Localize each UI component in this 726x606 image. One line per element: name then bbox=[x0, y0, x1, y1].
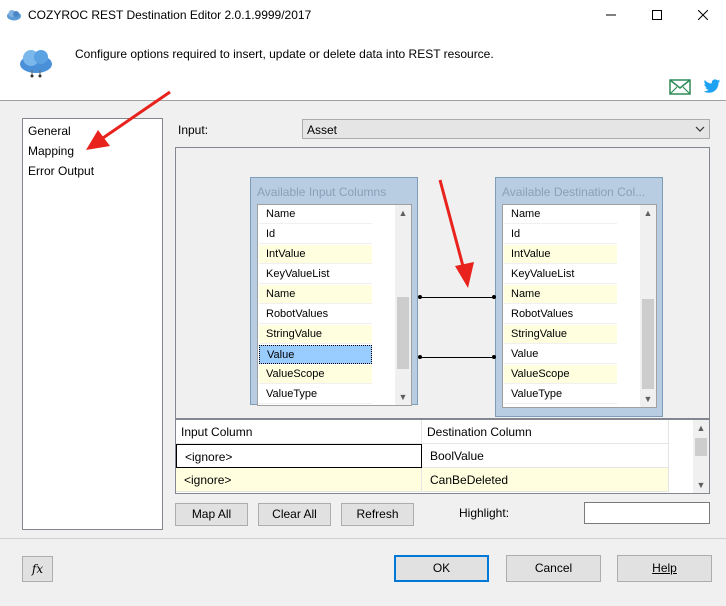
destination-column-row[interactable]: ValueScope bbox=[504, 365, 617, 384]
destination-list-header: Name bbox=[504, 205, 617, 224]
mapping-canvas[interactable]: Available Input Columns Name Id IntValue… bbox=[175, 147, 710, 419]
scroll-down-icon[interactable]: ▼ bbox=[693, 477, 709, 493]
destination-column-row[interactable]: KeyValueList bbox=[504, 265, 617, 284]
highlight-label: Highlight: bbox=[459, 506, 510, 520]
title-bar: COZYROC REST Destination Editor 2.0.1.99… bbox=[0, 0, 726, 30]
mapping-line-end-dot bbox=[492, 295, 496, 299]
scroll-down-icon[interactable]: ▼ bbox=[395, 389, 411, 405]
nav-item-error-output[interactable]: Error Output bbox=[28, 164, 94, 178]
scroll-up-icon[interactable]: ▲ bbox=[693, 420, 709, 436]
destination-column-row[interactable]: Id bbox=[504, 225, 617, 244]
header-description: Configure options required to insert, up… bbox=[75, 47, 494, 61]
scroll-thumb[interactable] bbox=[642, 299, 654, 389]
destination-column-row[interactable]: ValueType bbox=[504, 385, 617, 404]
minimize-button[interactable] bbox=[588, 0, 634, 30]
destination-column-row[interactable]: Name bbox=[504, 285, 617, 304]
map-all-button[interactable]: Map All bbox=[175, 503, 248, 526]
close-button[interactable] bbox=[680, 0, 726, 30]
mapping-line-end-dot bbox=[492, 355, 496, 359]
mapping-line-name[interactable] bbox=[420, 297, 494, 298]
grid-scrollbar[interactable]: ▲ ▼ bbox=[693, 420, 709, 493]
available-input-columns-list[interactable]: Name Id IntValue KeyValueList Name Robot… bbox=[257, 204, 412, 406]
maximize-icon bbox=[652, 10, 662, 20]
available-destination-columns-box: Available Destination Col... Name Id Int… bbox=[495, 177, 663, 417]
minimize-icon bbox=[606, 14, 616, 16]
clear-all-button[interactable]: Clear All bbox=[258, 503, 331, 526]
grid-cell-destination[interactable]: BoolValue bbox=[422, 444, 669, 468]
chevron-down-icon bbox=[695, 126, 705, 132]
highlight-input[interactable] bbox=[584, 502, 710, 524]
input-column-row[interactable]: ValueType bbox=[259, 385, 372, 404]
input-list-scrollbar[interactable]: ▲ ▼ bbox=[395, 205, 411, 405]
grid-cell-input[interactable]: <ignore> bbox=[176, 468, 422, 492]
scroll-up-icon[interactable]: ▲ bbox=[395, 205, 411, 221]
footer-separator bbox=[0, 538, 726, 539]
nav-item-general[interactable]: General bbox=[28, 124, 71, 138]
email-icon[interactable] bbox=[669, 79, 691, 95]
input-dropdown-value: Asset bbox=[307, 123, 338, 137]
expression-button[interactable]: fx bbox=[22, 556, 53, 582]
cloud-icon bbox=[20, 50, 52, 78]
nav-item-mapping[interactable]: Mapping bbox=[28, 144, 74, 158]
destination-column-row[interactable]: RobotValues bbox=[504, 305, 617, 324]
input-dropdown[interactable]: Asset bbox=[302, 119, 710, 139]
grid-cell-input[interactable]: <ignore> bbox=[176, 444, 422, 468]
destination-column-row[interactable]: IntValue bbox=[504, 245, 617, 264]
available-input-columns-box: Available Input Columns Name Id IntValue… bbox=[250, 177, 418, 406]
close-icon bbox=[698, 10, 708, 20]
refresh-button[interactable]: Refresh bbox=[341, 503, 414, 526]
grid-header-input-column[interactable]: Input Column bbox=[176, 420, 422, 444]
input-column-row[interactable]: ValueScope bbox=[259, 365, 372, 384]
scroll-thumb[interactable] bbox=[695, 438, 707, 456]
grid-header-destination-column[interactable]: Destination Column bbox=[422, 420, 669, 444]
ok-button[interactable]: OK bbox=[394, 555, 489, 582]
input-column-row[interactable]: StringValue bbox=[259, 325, 372, 344]
input-column-row[interactable]: KeyValueList bbox=[259, 265, 372, 284]
scroll-down-icon[interactable]: ▼ bbox=[640, 391, 656, 407]
input-column-row-selected[interactable]: Value bbox=[259, 345, 372, 364]
twitter-icon[interactable] bbox=[703, 79, 721, 94]
maximize-button[interactable] bbox=[634, 0, 680, 30]
mapping-grid[interactable]: Input Column Destination Column <ignore>… bbox=[175, 419, 710, 494]
app-cloud-icon bbox=[7, 10, 21, 21]
help-button[interactable]: Help bbox=[617, 555, 712, 582]
page-navigation-list: General Mapping Error Output bbox=[22, 118, 163, 530]
scroll-up-icon[interactable]: ▲ bbox=[640, 205, 656, 221]
input-label: Input: bbox=[178, 123, 209, 137]
input-column-row[interactable]: IntValue bbox=[259, 245, 372, 264]
destination-column-row[interactable]: Value bbox=[504, 345, 617, 364]
dialog-header bbox=[0, 30, 726, 100]
available-input-columns-title: Available Input Columns bbox=[257, 185, 387, 199]
input-list-header: Name bbox=[259, 205, 372, 224]
input-column-row[interactable]: Name bbox=[259, 285, 372, 304]
destination-column-row[interactable]: StringValue bbox=[504, 325, 617, 344]
cancel-button[interactable]: Cancel bbox=[506, 555, 601, 582]
grid-cell-destination[interactable]: CanBeDeleted bbox=[422, 468, 669, 492]
available-destination-columns-list[interactable]: Name Id IntValue KeyValueList Name Robot… bbox=[502, 204, 657, 408]
window-title: COZYROC REST Destination Editor 2.0.1.99… bbox=[28, 8, 312, 22]
scroll-thumb[interactable] bbox=[397, 297, 409, 369]
input-column-row[interactable]: RobotValues bbox=[259, 305, 372, 324]
destination-list-scrollbar[interactable]: ▲ ▼ bbox=[640, 205, 656, 407]
input-column-row[interactable]: Id bbox=[259, 225, 372, 244]
mapping-line-value[interactable] bbox=[420, 357, 494, 358]
available-destination-columns-title: Available Destination Col... bbox=[502, 185, 646, 199]
